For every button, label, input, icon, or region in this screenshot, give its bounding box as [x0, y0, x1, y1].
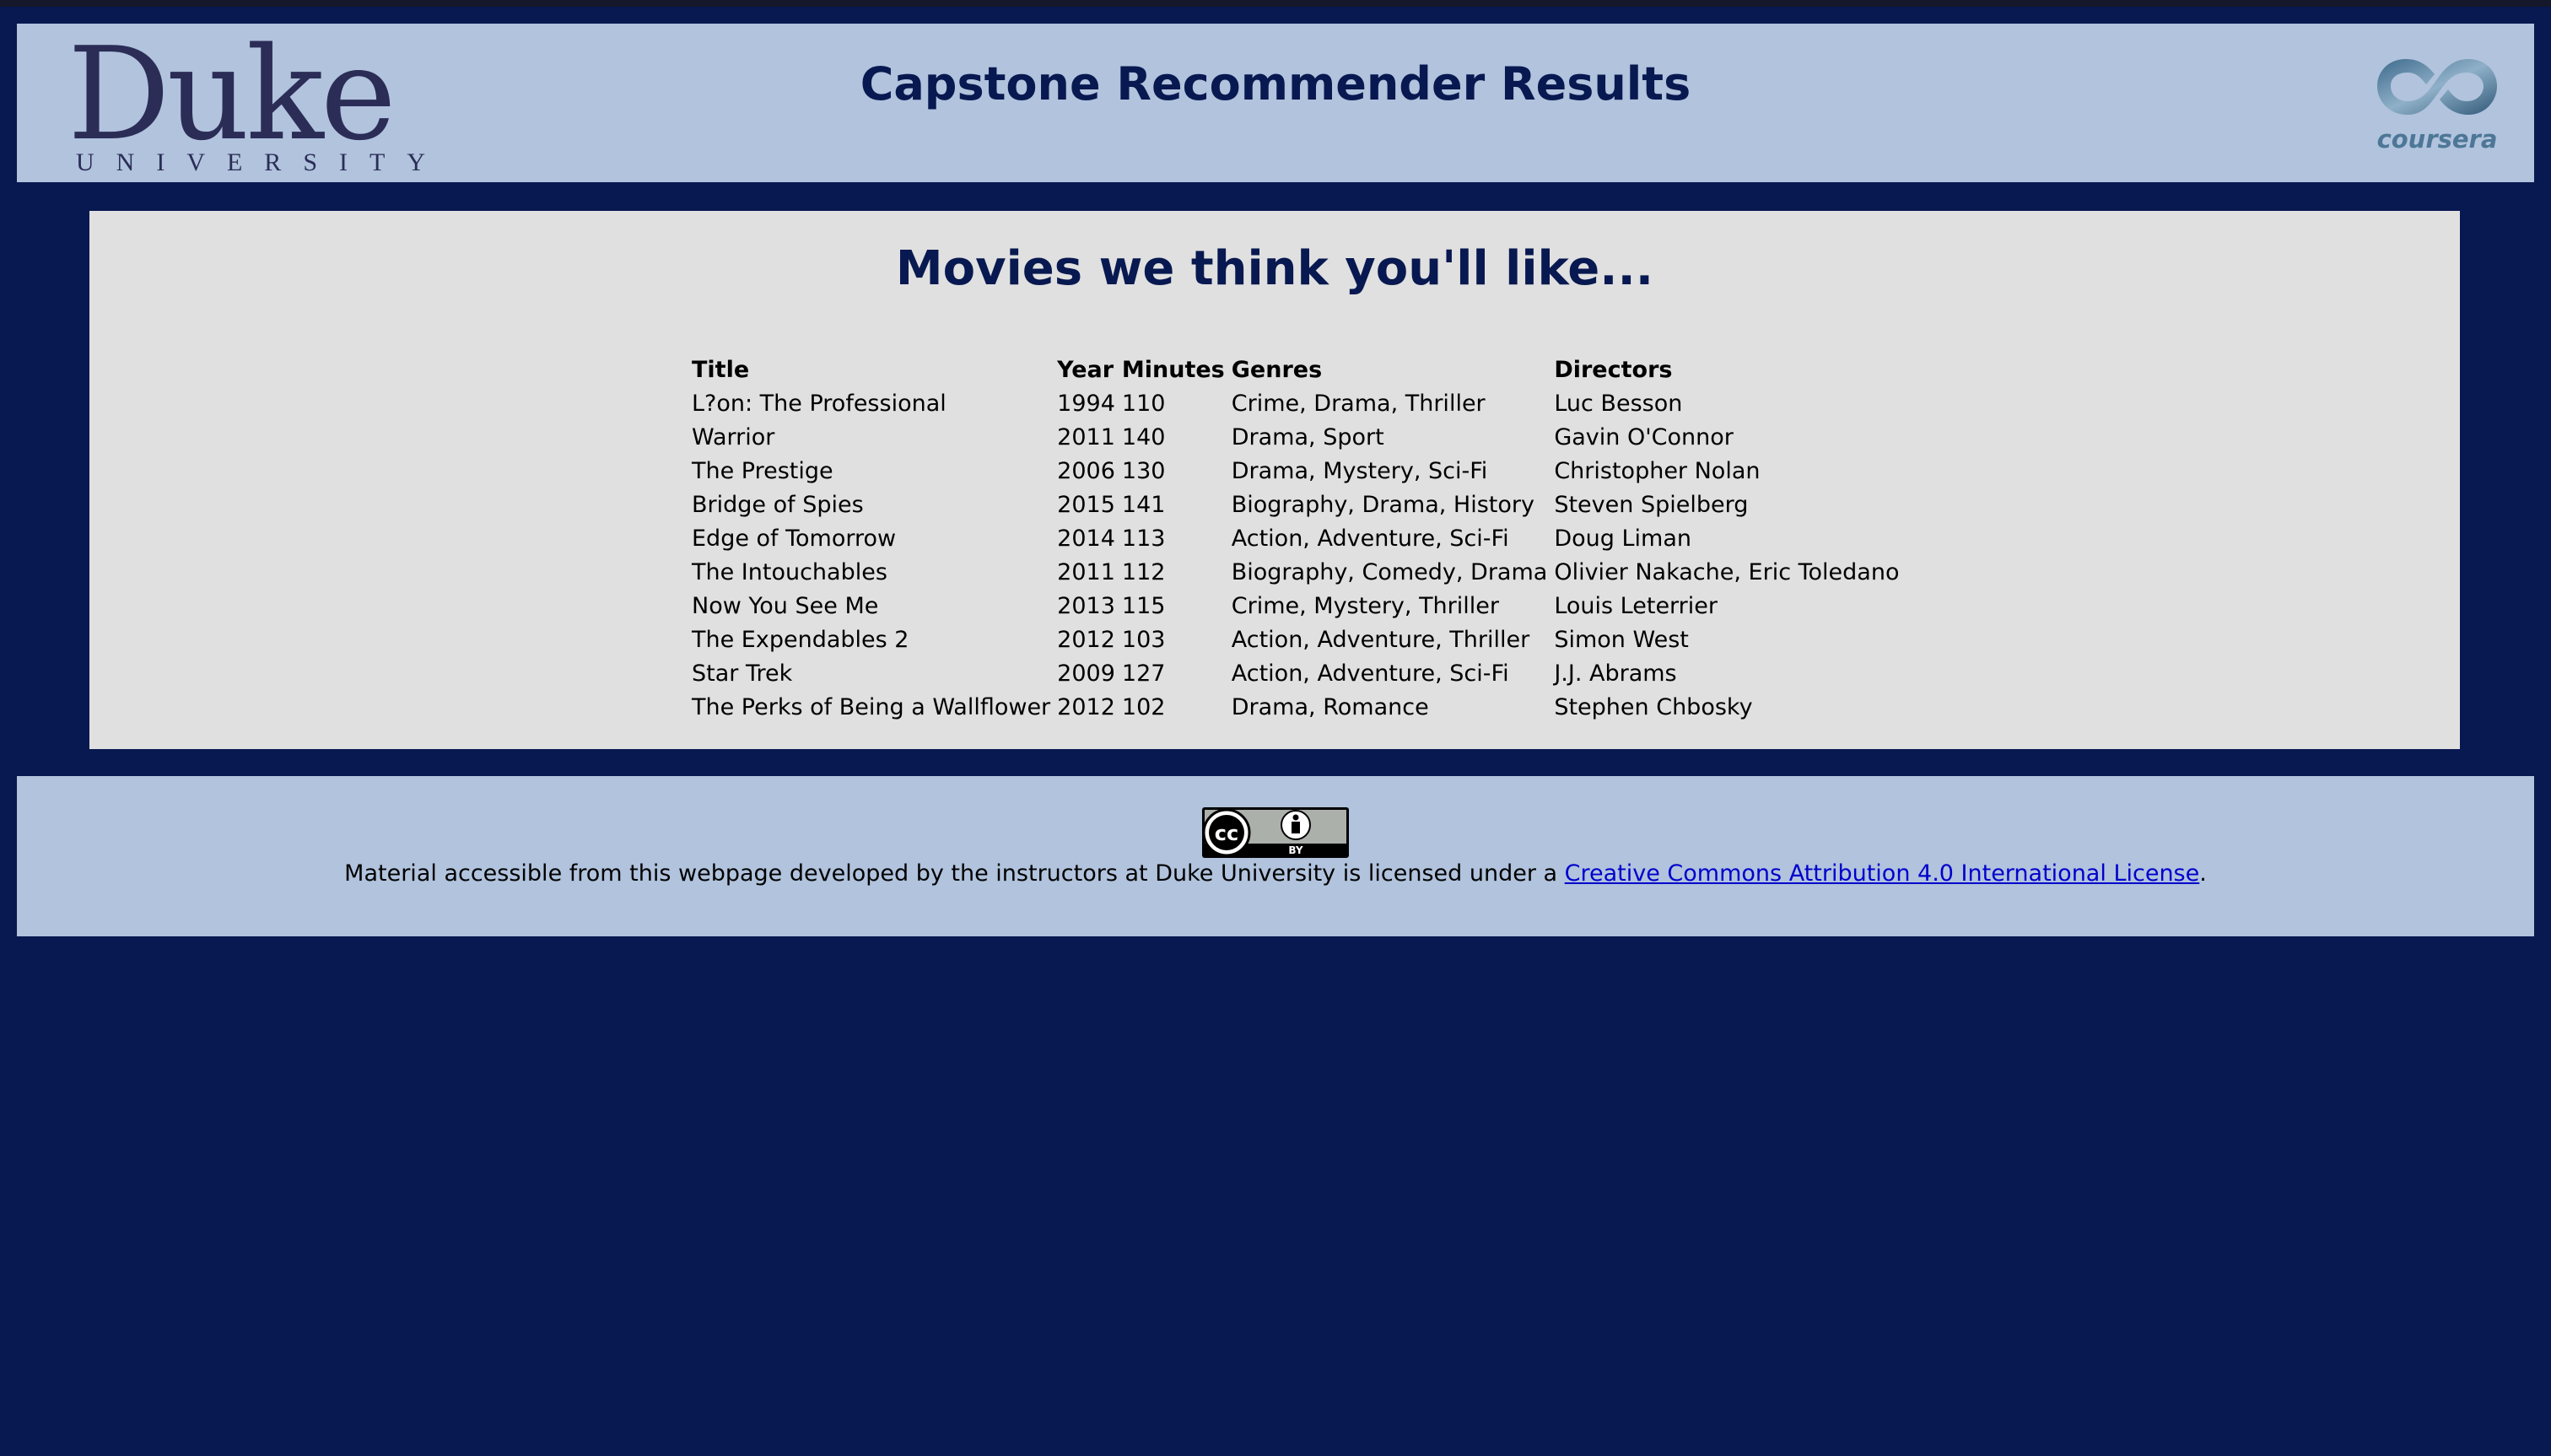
- movie-directors: Christopher Nolan: [1554, 457, 1761, 484]
- table-row: Bridge of Spies 2015 141 Biography, Dram…: [692, 488, 1906, 521]
- table-row: Edge of Tomorrow 2014 113 Action, Advent…: [692, 521, 1906, 555]
- cc-badge-label: BY: [1288, 844, 1302, 856]
- movie-year: 2015: [1057, 491, 1115, 518]
- movie-year: 2011: [1057, 558, 1115, 585]
- movie-genres: Drama, Mystery, Sci-Fi: [1231, 457, 1488, 484]
- movie-title: The Perks of Being a Wallflower: [692, 693, 1051, 720]
- movie-minutes: 141: [1121, 491, 1166, 518]
- license-prefix-text: Material accessible from this webpage de…: [344, 860, 1565, 887]
- movie-minutes: 127: [1121, 660, 1166, 687]
- movie-directors: Olivier Nakache, Eric Toledano: [1554, 558, 1900, 585]
- table-row: The Prestige 2006 130 Drama, Mystery, Sc…: [692, 454, 1906, 488]
- table-row: Now You See Me 2013 115 Crime, Mystery, …: [692, 589, 1906, 623]
- movie-year: 2011: [1057, 423, 1115, 450]
- cc-by-license-icon[interactable]: cc BY: [1201, 806, 1350, 859]
- movie-directors: Luc Besson: [1554, 390, 1683, 417]
- movie-title: L?on: The Professional: [692, 390, 947, 417]
- movie-directors: Simon West: [1554, 626, 1689, 653]
- movie-minutes: 110: [1121, 390, 1166, 417]
- window-top-strip: [0, 0, 2551, 7]
- movie-genres: Drama, Sport: [1231, 423, 1384, 450]
- movie-title: The Intouchables: [692, 558, 887, 585]
- column-header-year: Year: [1057, 356, 1114, 383]
- results-panel: Movies we think you'll like... Title Yea…: [89, 211, 2460, 749]
- movie-minutes: 103: [1121, 626, 1166, 653]
- footer-banner: cc BY Material accessible from this webp…: [17, 776, 2534, 936]
- movie-title: Bridge of Spies: [692, 491, 864, 518]
- movie-year: 2012: [1057, 626, 1115, 653]
- column-header-title: Title: [692, 356, 750, 383]
- license-link[interactable]: Creative Commons Attribution 4.0 Interna…: [1565, 860, 2200, 887]
- column-header-genres: Genres: [1231, 356, 1323, 383]
- movie-directors: Stephen Chbosky: [1554, 693, 1753, 720]
- table-row: Star Trek 2009 127 Action, Adventure, Sc…: [692, 656, 1906, 690]
- movie-minutes: 102: [1121, 693, 1166, 720]
- results-heading: Movies we think you'll like...: [895, 241, 1654, 296]
- table-row: The Perks of Being a Wallflower 2012 102…: [692, 690, 1906, 724]
- movie-genres: Drama, Romance: [1231, 693, 1429, 720]
- movie-year: 1994: [1057, 390, 1115, 417]
- table-row: Warrior 2011 140 Drama, Sport Gavin O'Co…: [692, 420, 1906, 454]
- movie-genres: Crime, Mystery, Thriller: [1231, 592, 1499, 619]
- table-row: The Expendables 2 2012 103 Action, Adven…: [692, 623, 1906, 656]
- license-suffix-text: .: [2199, 860, 2207, 887]
- movie-year: 2014: [1057, 525, 1115, 552]
- movie-minutes: 113: [1121, 525, 1166, 552]
- movie-year: 2006: [1057, 457, 1115, 484]
- column-header-minutes: Minutes: [1121, 356, 1225, 383]
- cc-badge-icon: cc BY: [1202, 807, 1349, 858]
- movie-genres: Action, Adventure, Sci-Fi: [1231, 525, 1509, 552]
- movie-minutes: 115: [1121, 592, 1166, 619]
- movie-minutes: 112: [1121, 558, 1166, 585]
- movie-title: Edge of Tomorrow: [692, 525, 897, 552]
- duke-logo-subtitle: UNIVERSITY: [76, 148, 447, 176]
- movie-title: The Prestige: [692, 457, 833, 484]
- movie-directors: Louis Leterrier: [1554, 592, 1718, 619]
- coursera-logo-icon: coursera: [2374, 51, 2500, 154]
- movie-minutes: 140: [1121, 423, 1166, 450]
- page-title: Capstone Recommender Results: [860, 57, 1691, 111]
- movie-minutes: 130: [1121, 457, 1166, 484]
- movie-genres: Action, Adventure, Thriller: [1231, 626, 1530, 653]
- movie-genres: Action, Adventure, Sci-Fi: [1231, 660, 1509, 687]
- movie-genres: Crime, Drama, Thriller: [1231, 390, 1486, 417]
- coursera-logo-text: coursera: [2376, 125, 2498, 154]
- movie-year: 2009: [1057, 660, 1115, 687]
- recommendations-table: Title Year Minutes Genres Directors L?on…: [692, 353, 1906, 724]
- table-row: L?on: The Professional 1994 110 Crime, D…: [692, 386, 1906, 420]
- movie-title: Now You See Me: [692, 592, 879, 619]
- movie-title: Star Trek: [692, 660, 793, 687]
- column-header-directors: Directors: [1554, 356, 1673, 383]
- table-row: The Intouchables 2011 112 Biography, Com…: [692, 555, 1906, 589]
- movie-directors: Doug Liman: [1554, 525, 1691, 552]
- movie-directors: J.J. Abrams: [1554, 660, 1677, 687]
- coursera-mark-icon: [2377, 59, 2497, 115]
- movie-directors: Steven Spielberg: [1554, 491, 1749, 518]
- movie-directors: Gavin O'Connor: [1554, 423, 1734, 450]
- movie-genres: Biography, Drama, History: [1231, 491, 1534, 518]
- movie-year: 2012: [1057, 693, 1115, 720]
- movie-title: The Expendables 2: [692, 626, 909, 653]
- movie-year: 2013: [1057, 592, 1115, 619]
- table-header-row: Title Year Minutes Genres Directors: [692, 353, 1906, 386]
- movie-genres: Biography, Comedy, Drama: [1231, 558, 1548, 585]
- license-notice: Material accessible from this webpage de…: [17, 860, 2534, 887]
- svg-text:cc: cc: [1215, 822, 1238, 845]
- header-banner: Duke UNIVERSITY Capstone Recommender Res…: [17, 24, 2534, 182]
- movie-title: Warrior: [692, 423, 775, 450]
